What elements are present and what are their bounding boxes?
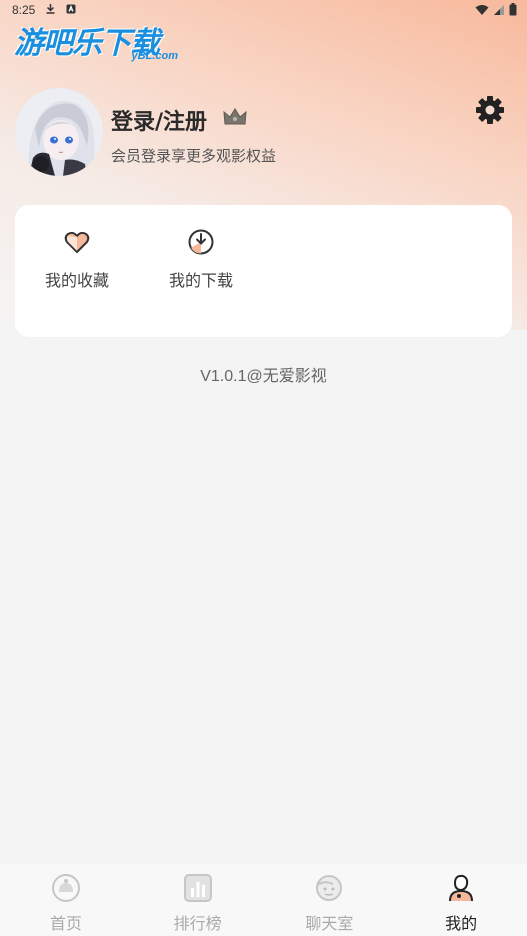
- status-bar: 8:25: [0, 0, 527, 20]
- login-register-link[interactable]: 登录/注册: [111, 104, 207, 136]
- bottom-tab-bar: 首页 排行榜 聊天室 我的: [0, 864, 527, 936]
- vip-crown-icon: [222, 106, 248, 128]
- profile-icon: [445, 872, 477, 904]
- member-benefits-text: 会员登录享更多观影权益: [111, 147, 277, 165]
- app-status-icon: [66, 4, 76, 17]
- shortcuts-card: 我的收藏 我的下载: [15, 205, 512, 337]
- tab-ranking[interactable]: 排行榜: [132, 864, 264, 936]
- version-text: V1.0.1@无爱影视: [200, 368, 327, 385]
- ranking-icon: [182, 872, 214, 904]
- status-indicators: [475, 3, 517, 16]
- signal-icon: [494, 4, 504, 15]
- status-time: 8:25: [12, 3, 36, 17]
- settings-gear-icon[interactable]: [474, 94, 506, 126]
- downloads-shortcut[interactable]: 我的下载: [151, 205, 251, 305]
- anime-avatar-image: [15, 88, 103, 176]
- tab-mine[interactable]: 我的: [395, 864, 527, 936]
- watermark-logo: 游吧乐下载 yBL.com: [14, 26, 178, 62]
- wifi-icon: [475, 4, 489, 15]
- home-icon: [50, 872, 82, 904]
- favorites-shortcut[interactable]: 我的收藏: [27, 205, 127, 305]
- heart-icon: [62, 227, 92, 257]
- tab-chatroom[interactable]: 聊天室: [264, 864, 396, 936]
- tab-home[interactable]: 首页: [0, 864, 132, 936]
- battery-icon: [509, 3, 517, 16]
- chat-icon: [313, 872, 345, 904]
- avatar[interactable]: [15, 88, 103, 176]
- download-icon: [186, 227, 216, 257]
- download-status-icon: [45, 3, 56, 17]
